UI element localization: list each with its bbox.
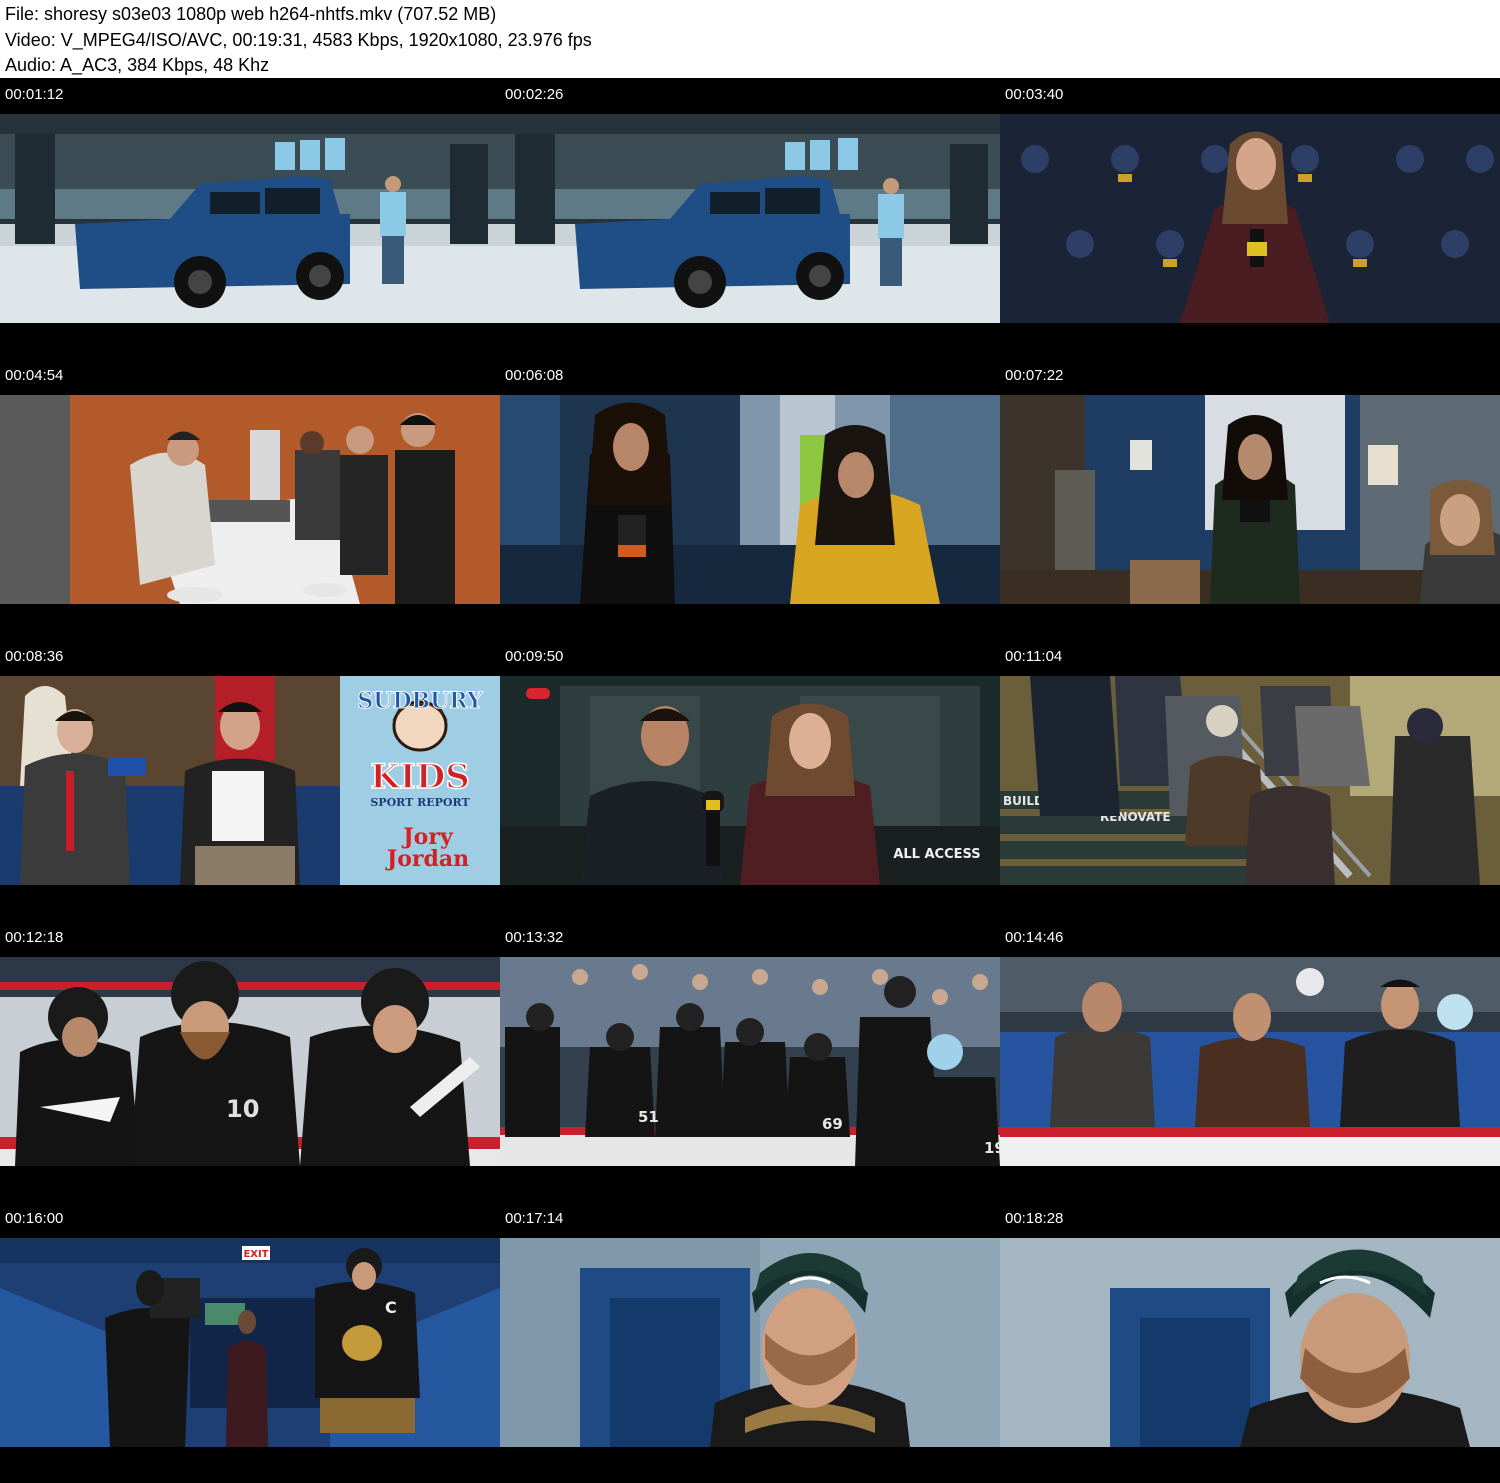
timestamp-label: 00:07:22: [1005, 367, 1064, 384]
thumbnail-cell: 00:13:32 51 69 19: [500, 921, 1000, 1202]
sign-host-last: Jordan: [385, 846, 469, 872]
office-scene: [1000, 395, 1500, 604]
truck-scene: [0, 114, 500, 323]
thumbnail-cell: 00:08:36 SUDBURY KIDS SPORT REPORT Jory …: [0, 640, 500, 921]
closeup-scene: [500, 1238, 1000, 1447]
video-frame-office: [1000, 395, 1500, 604]
exit-sign: EXIT: [243, 1249, 268, 1260]
video-frame-stands: [1000, 957, 1500, 1166]
video-frame-tunnel: EXIT C: [0, 1238, 500, 1447]
jersey-number: 51: [638, 1108, 659, 1126]
sign-title-2: KIDS: [370, 757, 470, 797]
timestamp-label: 00:16:00: [5, 1210, 64, 1227]
thumbnail-cell: 00:12:18 10: [0, 921, 500, 1202]
presenter-scene: [1000, 114, 1500, 323]
video-frame-hallway: [500, 395, 1000, 604]
jersey-number: 19: [984, 1139, 1000, 1157]
thumbnail-cell: 00:04:54: [0, 359, 500, 640]
timestamp-label: 00:09:50: [505, 648, 564, 665]
step-sign-build: BUILD: [1003, 794, 1044, 808]
video-frame-stairs: BUILD RENOVATE: [1000, 676, 1500, 885]
video-frame-closeup: [500, 1238, 1000, 1447]
video-frame-closeup: [1000, 1238, 1500, 1447]
bench-wide-scene: 51 69 19: [500, 957, 1000, 1166]
stands-scene: [1000, 957, 1500, 1166]
timestamp-label: 00:17:14: [505, 1210, 564, 1227]
thumbnail-cell: 00:09:50 ALL ACCESS: [500, 640, 1000, 921]
timestamp-label: 00:02:26: [505, 86, 564, 103]
thumbnail-cell: 00:16:00 EXIT C: [0, 1202, 500, 1483]
video-frame-interview: ALL ACCESS: [500, 676, 1000, 885]
audio-info: Audio: A_AC3, 384 Kbps, 48 Khz: [5, 55, 270, 75]
video-frame-presenter: [1000, 114, 1500, 323]
sign-title-1: SUDBURY: [357, 688, 483, 714]
video-info: Video: V_MPEG4/ISO/AVC, 00:19:31, 4583 K…: [5, 30, 592, 50]
timestamp-label: 00:01:12: [5, 86, 64, 103]
captain-patch: C: [385, 1298, 397, 1317]
video-frame-truck: [500, 114, 1000, 323]
video-frame-bench-close: 10: [0, 957, 500, 1166]
all-access-logo: ALL ACCESS: [893, 847, 980, 862]
interview-scene: ALL ACCESS: [500, 676, 1000, 885]
thumbnail-cell: 00:17:14: [500, 1202, 1000, 1483]
video-frame-kitchen: [0, 395, 500, 604]
kitchen-scene: [0, 395, 500, 604]
bench-close-scene: 10: [0, 957, 500, 1166]
closeup-scene: [1000, 1238, 1500, 1447]
thumbnail-cell: 00:07:22: [1000, 359, 1500, 640]
timestamp-label: 00:08:36: [5, 648, 64, 665]
sign-subtitle: SPORT REPORT: [370, 796, 470, 809]
kids-report-scene: SUDBURY KIDS SPORT REPORT Jory Jordan: [0, 676, 500, 885]
thumbnail-cell: 00:18:28: [1000, 1202, 1500, 1483]
thumbnail-cell: 00:01:12: [0, 78, 500, 359]
timestamp-label: 00:04:54: [5, 367, 64, 384]
tunnel-scene: EXIT C: [0, 1238, 500, 1447]
video-frame-bench-wide: 51 69 19: [500, 957, 1000, 1166]
thumbnail-cell: 00:06:08: [500, 359, 1000, 640]
live-badge: [526, 688, 550, 699]
info-header: File: shoresy s03e03 1080p web h264-nhtf…: [0, 0, 1500, 78]
thumbnail-cell: 00:11:04 BUILD RENOVATE: [1000, 640, 1500, 921]
timestamp-label: 00:11:04: [1005, 648, 1063, 665]
timestamp-label: 00:06:08: [505, 367, 564, 384]
thumbnail-cell: 00:02:26: [500, 78, 1000, 359]
timestamp-label: 00:14:46: [1005, 929, 1064, 946]
thumbnail-cell: 00:03:40: [1000, 78, 1500, 359]
timestamp-label: 00:03:40: [1005, 86, 1064, 103]
jersey-number: 69: [822, 1115, 843, 1133]
stairs-scene: BUILD RENOVATE: [1000, 676, 1500, 885]
jersey-number: 10: [226, 1095, 259, 1123]
timestamp-label: 00:13:32: [505, 929, 564, 946]
video-frame-truck: [0, 114, 500, 323]
timestamp-label: 00:18:28: [1005, 1210, 1064, 1227]
truck-scene: [500, 114, 1000, 323]
thumbnail-cell: 00:14:46: [1000, 921, 1500, 1202]
file-info: File: shoresy s03e03 1080p web h264-nhtf…: [5, 4, 497, 24]
timestamp-label: 00:12:18: [5, 929, 64, 946]
hallway-scene: [500, 395, 1000, 604]
video-frame-kids-report: SUDBURY KIDS SPORT REPORT Jory Jordan: [0, 676, 500, 885]
